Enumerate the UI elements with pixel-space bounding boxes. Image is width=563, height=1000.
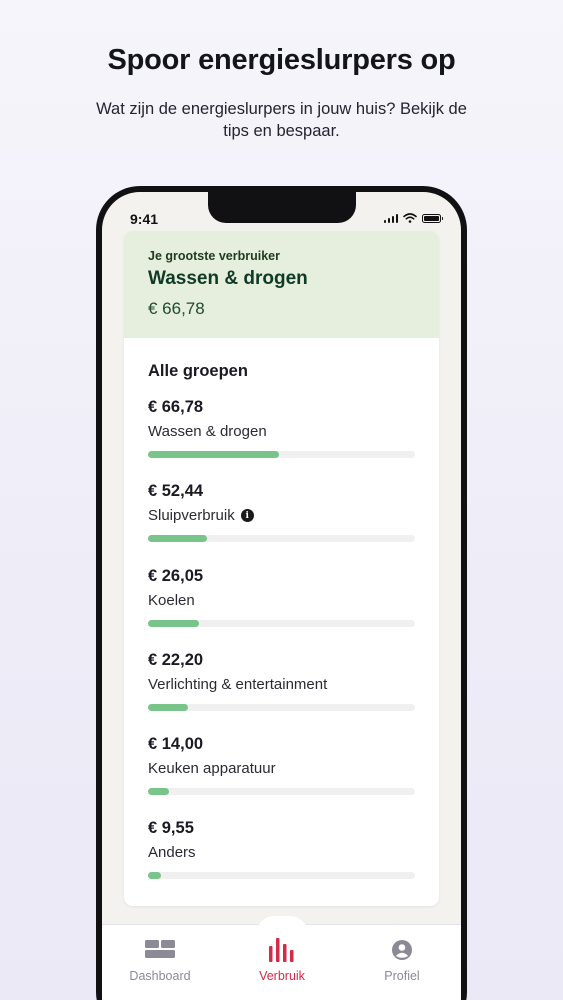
top-consumer-title: Wassen & drogen [148, 268, 308, 289]
status-icons [383, 213, 443, 223]
usage-bar-fill [148, 535, 207, 543]
groups-title: Alle groepen [148, 362, 248, 380]
bottom-tab-bar: Dashboard Verbruik Profiel [102, 924, 461, 1000]
usage-bar-fill [148, 451, 279, 458]
bar-chart-icon [232, 936, 332, 964]
usage-bar-track [148, 451, 415, 458]
page-title: Spoor energieslurpers op [107, 44, 456, 76]
usage-bar-track [148, 703, 415, 711]
tab-dashboard[interactable]: Dashboard [110, 936, 210, 983]
group-name: Wassen & drogen [148, 423, 267, 440]
group-name-wrap: Koelen [148, 592, 415, 609]
usage-bar-track [148, 872, 415, 880]
cellular-signal-icon [383, 213, 398, 223]
group-row[interactable]: € 9,55 Anders [148, 819, 415, 903]
dashboard-icon [110, 936, 210, 964]
tab-profiel-label: Profiel [384, 969, 420, 983]
group-name-wrap: Anders [148, 844, 415, 861]
group-name: Keuken apparatuur [148, 760, 276, 778]
usage-bar-track [148, 535, 415, 543]
group-row[interactable]: € 22,20 Verlichting & entertainment [148, 651, 415, 735]
group-name: Verlichting & entertainment [148, 675, 328, 693]
info-icon[interactable]: i [240, 509, 254, 523]
group-name: Anders [148, 844, 196, 862]
wifi-icon [403, 213, 417, 223]
group-amount: € 22,20 [148, 650, 204, 669]
group-row[interactable]: € 66,78 Wassen & drogen [148, 398, 415, 482]
group-name: Koelen [148, 591, 195, 609]
group-row[interactable]: € 52,44 Sluipverbruik i [148, 482, 415, 566]
tab-verbruik[interactable]: Verbruik [232, 936, 332, 983]
group-row[interactable]: € 26,05 Koelen [148, 567, 415, 651]
top-consumer-label: Je grootste verbruiker [148, 249, 280, 263]
usage-bar-fill [148, 703, 189, 711]
group-amount: € 14,00 [148, 735, 204, 754]
group-amount: € 26,05 [148, 566, 204, 585]
group-amount: € 52,44 [148, 482, 204, 501]
group-amount: € 66,78 [148, 398, 204, 416]
user-icon [352, 936, 452, 964]
usage-bar-fill [148, 619, 199, 627]
group-name-wrap: Sluipverbruik i [148, 507, 415, 524]
usage-bar-track [148, 788, 415, 796]
tab-dashboard-label: Dashboard [129, 969, 191, 983]
tab-active-bump [256, 916, 308, 934]
groups-list: Alle groepen € 66,78 Wassen & drogen € 5… [124, 338, 439, 904]
usage-card: Je grootste verbruiker Wassen & drogen €… [124, 231, 439, 906]
tab-verbruik-label: Verbruik [259, 969, 305, 983]
battery-icon [422, 213, 443, 223]
group-name-wrap: Keuken apparatuur [148, 760, 415, 777]
group-name: Sluipverbruik [148, 507, 235, 525]
usage-bar-fill [148, 788, 170, 796]
group-row[interactable]: € 14,00 Keuken apparatuur [148, 735, 415, 819]
tab-profiel[interactable]: Profiel [352, 936, 452, 983]
page-subtitle: Wat zijn de energieslurpers in jouw huis… [96, 100, 467, 140]
phone-screen: 9:41 Je grootste verbruiker Wassen & dro… [102, 192, 461, 1000]
usage-bar-fill [148, 872, 162, 880]
phone-notch [208, 192, 356, 223]
phone-frame: 9:41 Je grootste verbruiker Wassen & dro… [96, 186, 467, 1000]
group-name-wrap: Verlichting & entertainment [148, 676, 415, 693]
group-amount: € 9,55 [148, 819, 194, 838]
usage-bar-track [148, 619, 415, 627]
top-consumer-amount: € 66,78 [148, 299, 205, 318]
status-time: 9:41 [130, 211, 159, 227]
top-consumer-banner[interactable]: Je grootste verbruiker Wassen & drogen €… [124, 231, 439, 338]
group-name-wrap: Wassen & drogen [148, 423, 415, 440]
